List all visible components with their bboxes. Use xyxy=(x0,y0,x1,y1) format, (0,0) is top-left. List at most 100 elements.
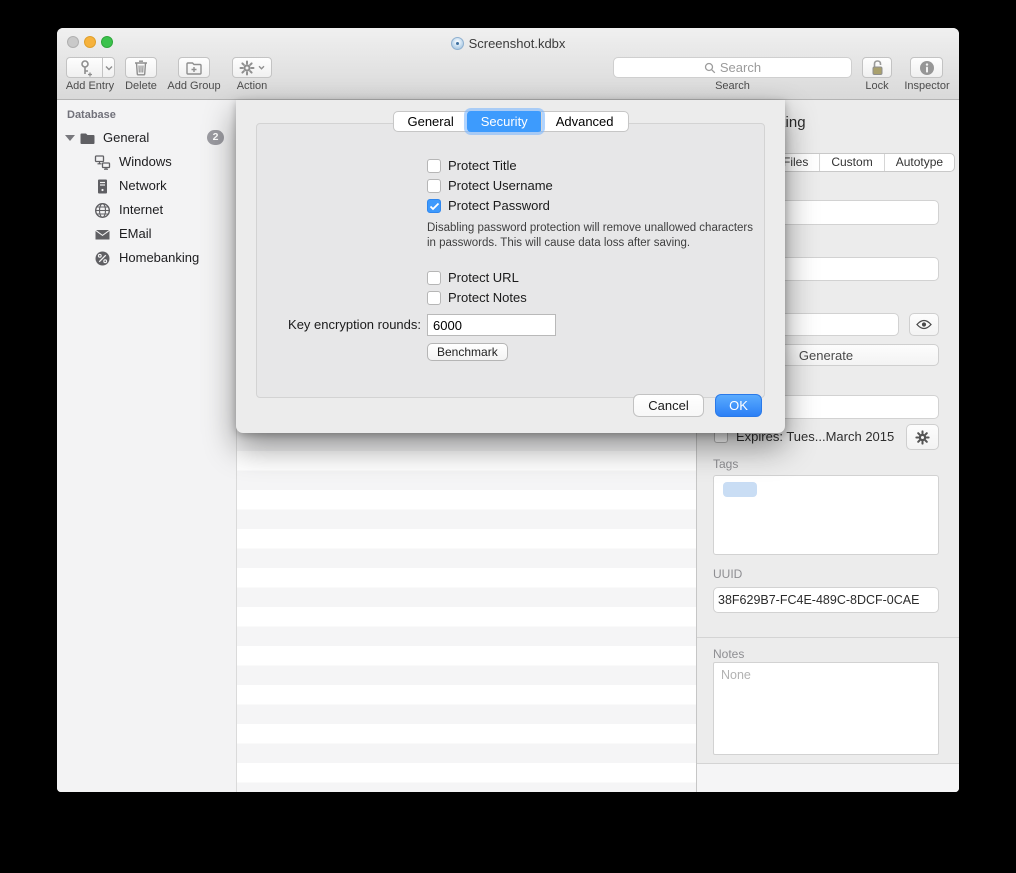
protect-title-checkbox[interactable] xyxy=(427,159,441,173)
lock-button[interactable] xyxy=(862,57,892,78)
sidebar-item-label: Internet xyxy=(119,198,163,222)
add-entry-button[interactable] xyxy=(66,57,102,78)
tab-security[interactable]: Security xyxy=(467,111,542,132)
protect-title-row[interactable]: Protect Title xyxy=(427,158,517,173)
search-input[interactable]: Search xyxy=(613,57,852,78)
unlock-icon xyxy=(870,59,885,76)
tab-advanced[interactable]: Advanced xyxy=(541,112,628,131)
checkbox-label: Protect URL xyxy=(448,270,519,285)
eye-icon xyxy=(916,319,932,330)
rounds-input[interactable] xyxy=(427,314,556,336)
delete-button[interactable] xyxy=(125,57,157,78)
ok-label: OK xyxy=(729,398,748,413)
action-label: Action xyxy=(232,80,272,92)
ok-button[interactable]: OK xyxy=(715,394,762,417)
add-group-label: Add Group xyxy=(165,80,223,92)
password-protection-note: Disabling password protection will remov… xyxy=(427,221,765,250)
sidebar-item-email[interactable]: EMail xyxy=(57,222,236,246)
trash-icon xyxy=(133,59,149,76)
chevron-down-icon xyxy=(258,65,265,70)
checkbox-label: Protect Title xyxy=(448,158,517,173)
cancel-button[interactable]: Cancel xyxy=(633,394,704,417)
cancel-label: Cancel xyxy=(648,398,688,413)
toolbar: Screenshot.kdbx Add Entry xyxy=(57,28,959,100)
protect-notes-row[interactable]: Protect Notes xyxy=(427,290,527,305)
gear-icon xyxy=(239,60,255,76)
server-icon xyxy=(94,178,111,195)
expires-settings-button[interactable] xyxy=(906,424,939,450)
checkbox-label: Protect Password xyxy=(448,198,550,213)
gear-icon xyxy=(915,430,930,445)
tab-custom[interactable]: Custom xyxy=(819,154,883,171)
protect-notes-checkbox[interactable] xyxy=(427,291,441,305)
divider xyxy=(697,637,959,638)
checkbox-label: Protect Notes xyxy=(448,290,527,305)
sidebar-item-internet[interactable]: Internet xyxy=(57,198,236,222)
protect-password-row[interactable]: Protect Password xyxy=(427,198,550,213)
computers-icon xyxy=(94,154,111,171)
protect-username-checkbox[interactable] xyxy=(427,179,441,193)
disclosure-triangle-icon[interactable] xyxy=(65,135,75,141)
app-window: Screenshot.kdbx Add Entry xyxy=(57,28,959,792)
sheet-tabs: General Security Advanced xyxy=(392,111,628,132)
reveal-password-button[interactable] xyxy=(909,313,939,336)
protect-password-checkbox[interactable] xyxy=(427,199,441,213)
inspector-footer xyxy=(697,764,959,792)
rounds-label: Key encryption rounds: xyxy=(256,314,421,336)
uuid-field[interactable]: 38F629B7-FC4E-489C-8DCF-0CAE xyxy=(713,587,939,613)
sidebar-item-general[interactable]: General 2 xyxy=(57,126,236,150)
sidebar-item-label: Homebanking xyxy=(119,246,199,270)
generate-label: Generate xyxy=(799,348,853,363)
sidebar-item-network[interactable]: Network xyxy=(57,174,236,198)
protect-username-row[interactable]: Protect Username xyxy=(427,178,553,193)
checkbox-label: Protect Username xyxy=(448,178,553,193)
notes-label: Notes xyxy=(713,647,744,661)
sidebar-item-label: Windows xyxy=(119,150,172,174)
envelope-icon xyxy=(94,226,111,243)
action-button[interactable] xyxy=(232,57,272,78)
lock-label: Lock xyxy=(855,80,899,92)
tab-general[interactable]: General xyxy=(393,112,467,131)
check-icon xyxy=(429,202,440,211)
sidebar-item-windows[interactable]: Windows xyxy=(57,150,236,174)
add-entry-dropdown[interactable] xyxy=(102,57,115,78)
chevron-down-icon xyxy=(105,65,113,71)
protect-url-row[interactable]: Protect URL xyxy=(427,270,519,285)
key-plus-icon xyxy=(76,59,94,77)
titlebar: Screenshot.kdbx xyxy=(57,35,959,51)
folder-plus-icon xyxy=(185,60,203,76)
info-icon xyxy=(919,60,935,76)
add-group-button[interactable] xyxy=(178,57,210,78)
search-icon xyxy=(704,62,716,74)
sidebar-section-header: Database xyxy=(67,109,116,121)
sidebar-item-label: Network xyxy=(119,174,167,198)
tag-chip[interactable] xyxy=(723,482,757,497)
sidebar-item-homebanking[interactable]: Homebanking xyxy=(57,246,236,270)
window-title: Screenshot.kdbx xyxy=(469,36,566,51)
sidebar: Database General 2 Windows xyxy=(57,100,237,792)
search-label: Search xyxy=(613,80,852,92)
tab-autotype[interactable]: Autotype xyxy=(884,154,954,171)
folder-icon xyxy=(79,130,96,147)
tags-label: Tags xyxy=(713,457,738,471)
inspector-tabs: Files Custom Autotype xyxy=(771,153,955,172)
protect-url-checkbox[interactable] xyxy=(427,271,441,285)
tags-box[interactable] xyxy=(713,475,939,555)
add-entry-label: Add Entry xyxy=(57,80,123,92)
inspector-label: Inspector xyxy=(900,80,954,92)
sidebar-item-label: General xyxy=(103,126,149,150)
delete-label: Delete xyxy=(123,80,159,92)
security-sheet-dialog: General Security Advanced Protect Title … xyxy=(236,100,785,433)
benchmark-label: Benchmark xyxy=(437,345,498,359)
search-placeholder: Search xyxy=(720,60,761,75)
notes-textarea[interactable]: None xyxy=(713,662,939,755)
notes-placeholder: None xyxy=(721,668,751,682)
globe-icon xyxy=(94,202,111,219)
uuid-label: UUID xyxy=(713,567,742,581)
count-badge: 2 xyxy=(207,130,224,145)
percent-icon xyxy=(94,250,111,267)
benchmark-button[interactable]: Benchmark xyxy=(427,343,508,361)
document-proxy-icon xyxy=(451,37,464,50)
sidebar-item-label: EMail xyxy=(119,222,152,246)
inspector-button[interactable] xyxy=(910,57,943,78)
